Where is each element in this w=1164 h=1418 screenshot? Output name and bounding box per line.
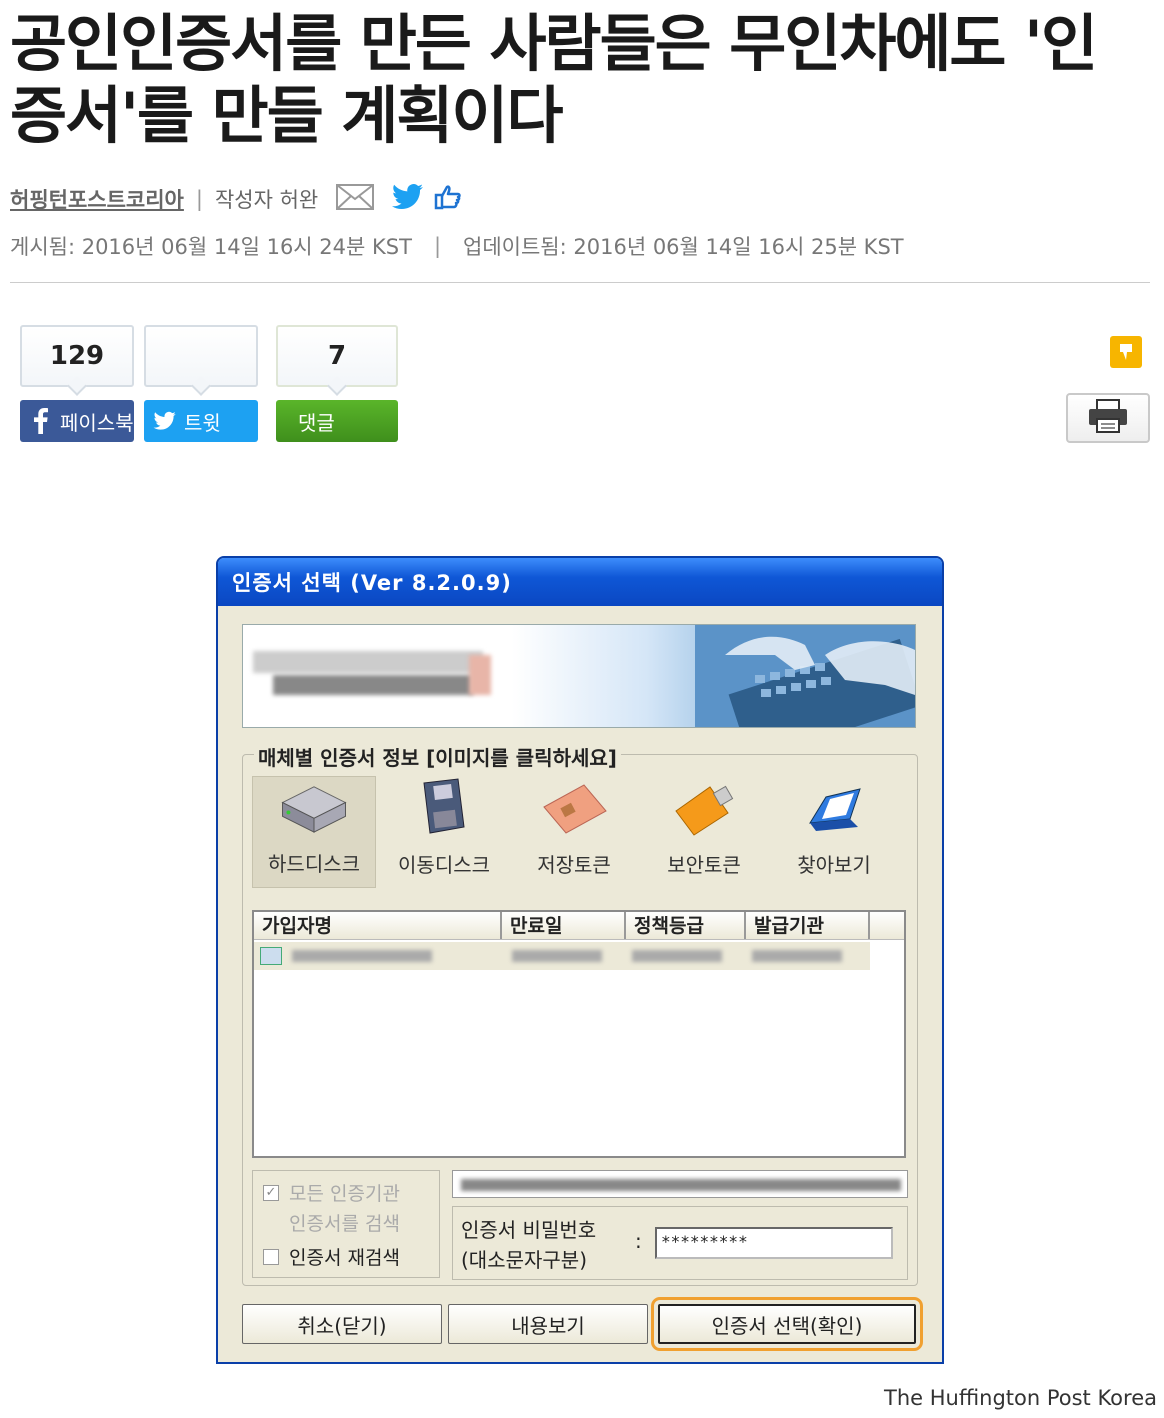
blurred-cert-path (452, 1170, 908, 1198)
cancel-button[interactable]: 취소(닫기) (242, 1304, 442, 1344)
facebook-share: 129 페이스북 (20, 325, 134, 442)
media-hard-disk[interactable]: 하드디스크 (252, 776, 377, 888)
removable-disk-icon (423, 778, 465, 834)
byline-separator: | (195, 187, 203, 211)
password-input[interactable]: ********* (655, 1227, 893, 1259)
certificate-list-header: 가입자명 만료일 정책등급 발급기관 (254, 912, 904, 940)
byline: 허핑턴포스트코리아 | 작성자 허완 (10, 183, 462, 215)
twitter-share-count (144, 325, 258, 387)
search-options: ✓ 모든 인증기관 인증서를 검색 인증서 재검색 (252, 1170, 440, 1278)
password-label: 인증서 비밀번호 (대소문자구분) (461, 1218, 597, 1272)
published-time: 게시됨: 2016년 06월 14일 16시 24분 KST (10, 235, 412, 259)
twitter-share-button[interactable]: 트윗 (144, 400, 258, 442)
password-colon: : (635, 1229, 642, 1253)
media-group-label: 매체별 인증서 정보 [이미지를 클릭하세요] (254, 742, 621, 771)
dialog-banner (242, 624, 916, 728)
column-policy[interactable]: 정책등급 (626, 912, 746, 939)
all-issuers-checkbox: ✓ (263, 1184, 279, 1201)
publisher-link[interactable]: 허핑턴포스트코리아 (10, 184, 184, 214)
blurred-cell (292, 950, 432, 962)
certificate-row[interactable] (254, 942, 870, 970)
media-security-token[interactable]: 보안토큰 (642, 776, 766, 888)
facebook-icon (28, 408, 54, 434)
column-issuer[interactable]: 발급기관 (746, 912, 870, 939)
search-cert-option: 인증서를 검색 (289, 1209, 400, 1236)
certificate-list[interactable]: 가입자명 만료일 정책등급 발급기관 (252, 910, 906, 1158)
blurred-cell (512, 950, 602, 962)
printer-icon (1087, 399, 1129, 437)
password-group: 인증서 비밀번호 (대소문자구분) : ********* (452, 1206, 908, 1280)
comments-label: 댓글 (298, 410, 335, 435)
media-selector: 하드디스크 이동디스크 저장토큰 보안토큰 찾아보기 (252, 776, 902, 888)
security-token-icon (675, 785, 734, 836)
divider-line (10, 282, 1150, 283)
timestamps: 게시됨: 2016년 06월 14일 16시 24분 KST | 업데이트됨: … (10, 231, 904, 261)
media-label: 이동디스크 (398, 853, 491, 877)
select-certificate-button[interactable]: 인증서 선택(확인) (651, 1297, 923, 1351)
storage-token-icon (543, 784, 607, 834)
comments-button[interactable]: 댓글 (276, 400, 398, 442)
facebook-share-count: 129 (20, 325, 134, 387)
comments-count: 7 (276, 325, 398, 387)
dialog-titlebar: 인증서 선택 (Ver 8.2.0.9) (218, 558, 942, 606)
comments-share: 7 댓글 (276, 325, 398, 442)
author-name: 작성자 허완 (214, 188, 319, 212)
twitter-share: 트윗 (144, 325, 258, 442)
image-credit: The Huffington Post Korea (884, 1386, 1157, 1410)
dialog-title: 인증서 선택 (Ver 8.2.0.9) (232, 571, 512, 595)
blurred-cell (752, 950, 842, 962)
twitter-icon (152, 411, 178, 431)
media-storage-token[interactable]: 저장토큰 (512, 776, 636, 888)
article-headline: 공인인증서를 만든 사람들은 무인차에도 '인증서'를 만들 계획이다 (10, 7, 1098, 152)
research-checkbox[interactable] (263, 1248, 279, 1265)
certificate-icon (260, 947, 282, 965)
mail-icon[interactable] (336, 183, 375, 215)
blurred-cell (632, 950, 722, 962)
view-details-button[interactable]: 내용보기 (448, 1304, 648, 1344)
keyboard-hands-image (695, 625, 915, 727)
timestamp-divider: | (433, 234, 442, 258)
media-removable-disk[interactable]: 이동디스크 (382, 776, 506, 888)
column-expiry[interactable]: 만료일 (502, 912, 626, 939)
search-cert-label: 인증서를 검색 (289, 1213, 400, 1235)
twitter-bird-icon[interactable] (392, 183, 424, 216)
research-label: 인증서 재검색 (289, 1247, 400, 1269)
hard-disk-icon (281, 786, 347, 833)
updated-time: 업데이트됨: 2016년 06월 14일 16시 25분 KST (463, 235, 904, 259)
twitter-share-label: 트윗 (184, 410, 221, 435)
certificate-dialog: 인증서 선택 (Ver 8.2.0.9) 매체별 인증서 정보 [이미지를 클릭… (216, 556, 944, 1364)
all-issuers-label: 모든 인증기관 (289, 1183, 400, 1205)
media-label: 하드디스크 (268, 852, 361, 876)
research-option[interactable]: 인증서 재검색 (263, 1243, 400, 1270)
media-browse[interactable]: 찾아보기 (772, 776, 896, 888)
media-label: 보안토큰 (667, 853, 741, 877)
thumbs-up-icon[interactable] (434, 183, 462, 216)
print-button[interactable] (1066, 393, 1150, 443)
facebook-share-button[interactable]: 페이스북 (20, 400, 134, 442)
all-issuers-option: ✓ 모든 인증기관 (263, 1179, 400, 1206)
column-subscriber[interactable]: 가입자명 (254, 912, 502, 939)
browse-folder-icon (809, 788, 861, 831)
media-label: 찾아보기 (797, 853, 871, 877)
bookmark-icon[interactable] (1110, 336, 1142, 368)
facebook-share-label: 페이스북 (60, 410, 134, 435)
media-label: 저장토큰 (537, 853, 611, 877)
